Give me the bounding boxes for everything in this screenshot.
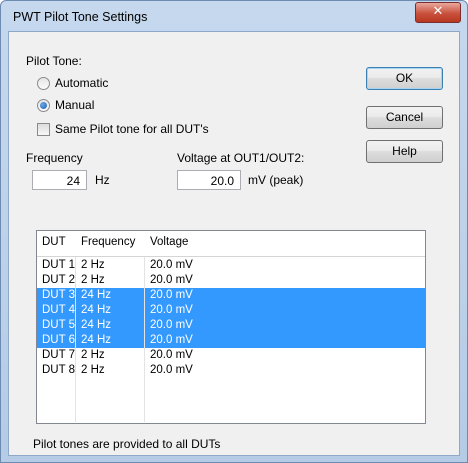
cell-voltage: 20.0 mV <box>150 334 193 346</box>
cell-dut: DUT 4 <box>42 304 76 316</box>
same-tone-checkbox[interactable] <box>37 123 50 136</box>
table-row[interactable]: DUT 1 2 Hz 20.0 mV <box>37 258 425 273</box>
cell-dut: DUT 8 <box>42 364 76 376</box>
cell-frequency: 24 Hz <box>81 304 112 316</box>
same-tone-label: Same Pilot tone for all DUT's <box>55 122 209 136</box>
table-row[interactable]: DUT 5 24 Hz 20.0 mV <box>37 318 425 333</box>
cell-voltage: 20.0 mV <box>150 304 193 316</box>
cell-voltage: 20.0 mV <box>150 349 193 361</box>
window-title: PWT Pilot Tone Settings <box>13 10 148 24</box>
close-icon: ✕ <box>432 4 444 19</box>
cell-voltage: 20.0 mV <box>150 289 193 301</box>
frequency-label: Frequency <box>26 151 83 165</box>
table-row[interactable]: DUT 3 24 Hz 20.0 mV <box>37 288 425 303</box>
cell-dut: DUT 3 <box>42 289 76 301</box>
cell-frequency: 24 Hz <box>81 289 112 301</box>
manual-label: Manual <box>55 98 95 112</box>
cell-dut: DUT 1 <box>42 259 76 271</box>
automatic-label: Automatic <box>55 76 109 90</box>
column-header-voltage[interactable]: Voltage <box>150 236 188 248</box>
cell-dut: DUT 6 <box>42 334 76 346</box>
cell-dut: DUT 2 <box>42 274 76 286</box>
cell-frequency: 24 Hz <box>81 319 112 331</box>
frequency-unit: Hz <box>95 173 110 187</box>
cell-frequency: 2 Hz <box>81 364 105 376</box>
cell-dut: DUT 7 <box>42 349 76 361</box>
dut-table[interactable]: DUT Frequency Voltage DUT 12 Hz 20.0 mV DU… <box>36 230 426 424</box>
table-row[interactable]: DUT 4 24 Hz 20.0 mV <box>37 303 425 318</box>
table-row[interactable]: DUT 8 2 Hz 20.0 mV <box>37 363 425 378</box>
cell-voltage: 20.0 mV <box>150 364 193 376</box>
cell-frequency: 24 Hz <box>81 334 112 346</box>
voltage-input[interactable]: 20.0 <box>177 170 241 190</box>
column-divider <box>75 257 76 422</box>
table-row[interactable]: DUT 6 24 Hz 20.0 mV <box>37 333 425 348</box>
cell-voltage: 20.0 mV <box>150 319 193 331</box>
manual-radio[interactable] <box>37 99 50 112</box>
cell-voltage: 20.0 mV <box>150 274 193 286</box>
help-button[interactable]: Help <box>366 140 443 163</box>
title-bar[interactable]: PWT Pilot Tone Settings ✕ <box>1 1 467 31</box>
column-header-frequency[interactable]: Frequency <box>81 236 135 248</box>
column-divider <box>144 257 145 422</box>
table-row[interactable]: DUT 2 2 Hz 20.0 mV <box>37 273 425 288</box>
cell-frequency: 2 Hz <box>81 274 105 286</box>
cancel-button[interactable]: Cancel <box>366 106 443 129</box>
column-header-dut[interactable]: DUT <box>42 236 66 248</box>
voltage-unit: mV (peak) <box>248 173 304 187</box>
frequency-input[interactable]: 24 <box>32 170 87 190</box>
footer-status-text: Pilot tones are provided to all DUTs <box>33 437 221 451</box>
table-row[interactable]: DUT 7 2 Hz 20.0 mV <box>37 348 425 363</box>
automatic-radio[interactable] <box>37 77 50 90</box>
cell-dut: DUT 5 <box>42 319 76 331</box>
ok-button[interactable]: OK <box>366 67 443 90</box>
close-button[interactable]: ✕ <box>415 2 461 23</box>
voltage-label: Voltage at OUT1/OUT2: <box>177 151 305 165</box>
dialog-window: PWT Pilot Tone Settings ✕ Pilot Tone: Au… <box>0 0 468 463</box>
pilot-tone-label: Pilot Tone: <box>26 54 82 68</box>
table-header: DUT Frequency Voltage <box>37 231 425 257</box>
cell-frequency: 2 Hz <box>81 349 105 361</box>
dialog-client-area: Pilot Tone: Automatic Manual Same Pilot … <box>8 31 460 456</box>
cell-voltage: 20.0 mV <box>150 259 193 271</box>
cell-frequency: 2 Hz <box>81 259 105 271</box>
